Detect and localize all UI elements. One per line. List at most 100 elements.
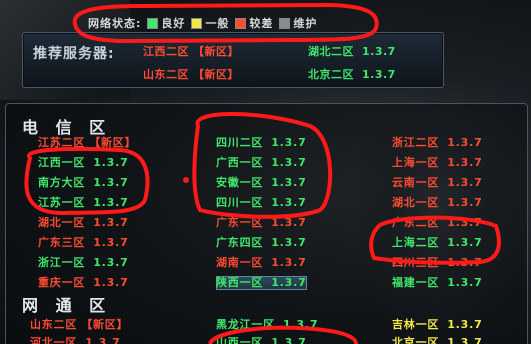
legend-item-good: 良好 bbox=[147, 15, 185, 31]
server-version: 1.3.7 bbox=[93, 156, 129, 169]
server-version: 1.3.7 bbox=[271, 256, 307, 269]
server-name: 陕西一区 bbox=[216, 276, 264, 289]
server-item[interactable]: 黑龙江一区 1.3.7 bbox=[216, 318, 318, 332]
server-item[interactable]: 江苏一区 1.3.7 bbox=[38, 196, 129, 210]
server-item[interactable]: 河北一区 1.3.7 bbox=[30, 336, 121, 344]
server-item[interactable]: 山西一区 1.3.7 bbox=[216, 336, 307, 344]
server-name: 四川二区 bbox=[216, 136, 264, 149]
server-item[interactable]: 广东二区 1.3.7 bbox=[392, 216, 483, 230]
server-item[interactable]: 湖北一区 1.3.7 bbox=[38, 216, 129, 230]
server-version: 1.3.7 bbox=[93, 176, 129, 189]
server-version: 1.3.7 bbox=[447, 256, 483, 269]
server-name: 北京一区 bbox=[392, 336, 440, 344]
server-item[interactable]: 广西一区 1.3.7 bbox=[216, 156, 307, 170]
server-name: 广东四区 bbox=[216, 236, 264, 249]
server-name: 黑龙江一区 bbox=[216, 318, 275, 331]
server-name: 广西一区 bbox=[216, 156, 264, 169]
server-item[interactable]: 浙江二区 1.3.7 bbox=[392, 136, 483, 150]
server-version: 1.3.7 bbox=[93, 216, 129, 229]
server-item[interactable]: 吉林一区 1.3.7 bbox=[392, 318, 483, 332]
server-version: 1.3.7 bbox=[447, 276, 483, 289]
server-version: 1.3.7 bbox=[271, 176, 307, 189]
server-version: 1.3.7 bbox=[447, 176, 483, 189]
server-name: 福建一区 bbox=[392, 276, 440, 289]
server-name: 河北一区 bbox=[30, 336, 78, 344]
server-version: 1.3.7 bbox=[283, 318, 319, 331]
server-item[interactable]: 上海一区 1.3.7 bbox=[392, 156, 483, 170]
server-version: 1.3.7 bbox=[447, 156, 483, 169]
server-name: 吉林一区 bbox=[392, 318, 440, 331]
server-version: 1.3.7 bbox=[447, 336, 483, 344]
server-version: 1.3.7 bbox=[93, 276, 129, 289]
server-item-selected[interactable]: 陕西一区 1.3.7 bbox=[216, 276, 307, 290]
recommended-server[interactable]: 湖北二区 1.3.7 bbox=[308, 43, 396, 59]
status-poor-icon bbox=[235, 17, 247, 29]
recommended-servers-panel: 推荐服务器: 江西二区 【新区】 湖北二区 1.3.7 山东二区 【新区】 北京二区 1… bbox=[22, 32, 444, 88]
legend-title: 网络状态: bbox=[88, 17, 142, 30]
server-item[interactable]: 江西一区 1.3.7 bbox=[38, 156, 129, 170]
server-select-screen: 网络状态: 良好 一般 较差 维护 推荐服务器: 江西二区 【新区】 湖北二区 1.… bbox=[0, 0, 531, 344]
server-item[interactable]: 安徽一区 1.3.7 bbox=[216, 176, 307, 190]
server-version: 1.3.7 bbox=[271, 276, 307, 289]
server-name: 云南一区 bbox=[392, 176, 440, 189]
server-version: 1.3.7 bbox=[271, 236, 307, 249]
server-item[interactable]: 江苏二区 【新区】 bbox=[38, 136, 136, 150]
server-item[interactable]: 重庆一区 1.3.7 bbox=[38, 276, 129, 290]
server-version: 1.3.7 bbox=[447, 196, 483, 209]
server-item[interactable]: 福建一区 1.3.7 bbox=[392, 276, 483, 290]
server-item[interactable]: 上海二区 1.3.7 bbox=[392, 236, 483, 250]
server-version: 1.3.7 bbox=[93, 236, 129, 249]
server-name: 山西一区 bbox=[216, 336, 264, 344]
server-name: 江西一区 bbox=[38, 156, 86, 169]
network-status-legend: 网络状态: 良好 一般 较差 维护 bbox=[88, 14, 317, 32]
legend-item-normal: 一般 bbox=[191, 15, 229, 31]
server-name: 湖南一区 bbox=[216, 256, 264, 269]
status-good-icon bbox=[147, 17, 159, 29]
status-normal-icon bbox=[191, 17, 203, 29]
server-item[interactable]: 浙江一区 1.3.7 bbox=[38, 256, 129, 270]
server-item[interactable]: 湖北一区 1.3.7 bbox=[392, 196, 483, 210]
server-version: 1.3.7 bbox=[93, 256, 129, 269]
server-name: 湖北一区 bbox=[38, 216, 86, 229]
server-item[interactable]: 广东四区 1.3.7 bbox=[216, 236, 307, 250]
server-item[interactable]: 广东一区 1.3.7 bbox=[216, 216, 307, 230]
recommended-server[interactable]: 山东二区 【新区】 bbox=[143, 66, 239, 82]
server-name: 浙江一区 bbox=[38, 256, 86, 269]
server-item[interactable]: 北京一区 1.3.7 bbox=[392, 336, 483, 344]
server-name: 四川一区 bbox=[216, 196, 264, 209]
server-name: 广东一区 bbox=[216, 216, 264, 229]
legend-item-poor: 较差 bbox=[235, 15, 273, 31]
server-version: 1.3.7 bbox=[93, 196, 129, 209]
server-name: 山东二区 bbox=[30, 318, 78, 331]
server-name: 江苏一区 bbox=[38, 196, 86, 209]
server-version: 1.3.7 bbox=[271, 136, 307, 149]
section-title-telecom: 电 信 区 bbox=[22, 118, 112, 137]
recommended-server[interactable]: 江西二区 【新区】 bbox=[143, 43, 239, 59]
server-name: 上海二区 bbox=[392, 236, 440, 249]
recommended-server[interactable]: 北京二区 1.3.7 bbox=[308, 66, 396, 82]
server-version: 1.3.7 bbox=[271, 196, 307, 209]
server-item[interactable]: 山东二区 【新区】 bbox=[30, 318, 128, 332]
server-version: 1.3.7 bbox=[85, 336, 121, 344]
server-item[interactable]: 湖南一区 1.3.7 bbox=[216, 256, 307, 270]
server-name: 重庆一区 bbox=[38, 276, 86, 289]
server-version: 1.3.7 bbox=[447, 236, 483, 249]
server-name: 江苏二区 bbox=[38, 136, 86, 149]
server-item[interactable]: 四川二区 1.3.7 bbox=[216, 136, 307, 150]
server-item[interactable]: 云南一区 1.3.7 bbox=[392, 176, 483, 190]
server-version: 1.3.7 bbox=[271, 216, 307, 229]
recommended-label: 推荐服务器: bbox=[33, 46, 115, 62]
server-name: 浙江二区 bbox=[392, 136, 440, 149]
server-item[interactable]: 南方大区 1.3.7 bbox=[38, 176, 129, 190]
server-version: 【新区】 bbox=[89, 136, 137, 149]
server-version: 【新区】 bbox=[81, 318, 129, 331]
status-maintenance-icon bbox=[279, 17, 291, 29]
server-version: 1.3.7 bbox=[271, 156, 307, 169]
server-version: 1.3.7 bbox=[271, 336, 307, 344]
server-item[interactable]: 广东三区 1.3.7 bbox=[38, 236, 129, 250]
server-item[interactable]: 四川一区 1.3.7 bbox=[216, 196, 307, 210]
section-title-netcom: 网 通 区 bbox=[22, 296, 112, 315]
server-item[interactable]: 四川三区 1.3.7 bbox=[392, 256, 483, 270]
server-name: 四川三区 bbox=[392, 256, 440, 269]
server-name: 广东二区 bbox=[392, 216, 440, 229]
